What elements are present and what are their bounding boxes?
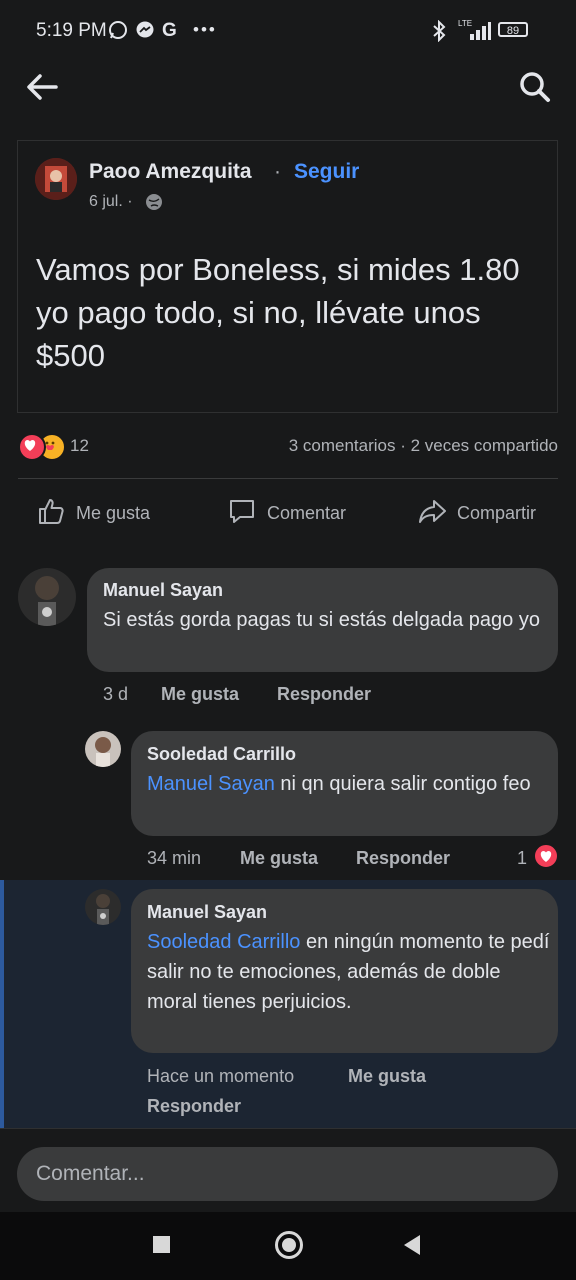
comment-label: Comentar (267, 502, 347, 523)
comment-time[interactable]: 3 d (103, 684, 128, 705)
author-avatar[interactable] (35, 158, 77, 200)
whatsapp-icon (108, 20, 128, 45)
battery-icon: 89 (498, 22, 528, 37)
comment-time[interactable]: 34 min (147, 848, 201, 869)
commenter-avatar[interactable] (85, 731, 121, 767)
love-reaction-icon[interactable] (18, 433, 46, 461)
divider (18, 478, 558, 479)
status-bar: 5:19 PM G ••• LTE 89 (0, 0, 576, 64)
comment-reaction-count[interactable]: 1 (517, 848, 527, 869)
comment-input[interactable]: Comentar... (17, 1147, 558, 1201)
reaction-count[interactable]: 12 (70, 436, 89, 456)
share-label: Compartir (457, 502, 537, 523)
comment-author[interactable]: Manuel Sayan (147, 902, 267, 923)
comment-author[interactable]: Sooledad Carrillo (147, 744, 296, 765)
back-arrow-icon[interactable] (22, 66, 62, 106)
mention-link[interactable]: Manuel Sayan (147, 773, 275, 795)
status-time: 5:19 PM (36, 20, 107, 41)
commenter-avatar[interactable] (18, 568, 76, 626)
like-label: Me gusta (76, 502, 151, 523)
comment-reply-button[interactable]: Responder (277, 684, 371, 705)
commenter-avatar[interactable] (85, 889, 121, 925)
google-icon: G (162, 20, 177, 41)
share-button[interactable]: Compartir (417, 495, 536, 531)
comment-text: Si estás gorda pagas tu si estás delgada… (103, 609, 540, 631)
post-author-name[interactable]: Paoo Amezquita (89, 160, 252, 184)
share-arrow-icon (417, 496, 447, 531)
back-triangle-icon[interactable] (404, 1235, 420, 1255)
comment-text: Manuel Sayan ni qn quiera salir contigo … (147, 773, 531, 795)
battery-level: 89 (506, 25, 520, 37)
messenger-icon (135, 20, 155, 45)
comment-like-button[interactable]: Me gusta (161, 684, 239, 705)
comment-like-button[interactable]: Me gusta (348, 1066, 426, 1087)
mention-link[interactable]: Sooledad Carrillo (147, 931, 300, 953)
love-reaction-icon[interactable] (533, 843, 559, 869)
comment-text: Sooledad Carrillo en ningún momento te p… (147, 931, 550, 1013)
comment-reply-button[interactable]: Responder (356, 848, 450, 869)
more-dots-icon: ••• (193, 20, 217, 39)
comment-like-button[interactable]: Me gusta (240, 848, 318, 869)
comment-time[interactable]: Hace un momento (147, 1066, 294, 1087)
comment-reply-button[interactable]: Responder (147, 1096, 241, 1117)
bluetooth-icon (432, 19, 446, 47)
follow-button[interactable]: Seguir (294, 160, 359, 184)
home-icon[interactable] (275, 1231, 303, 1259)
thumbs-up-icon (36, 496, 66, 531)
recent-apps-icon[interactable] (153, 1236, 170, 1253)
post-date[interactable]: 6 jul. · (89, 193, 133, 211)
comment-author[interactable]: Manuel Sayan (103, 580, 223, 601)
comment-button[interactable]: Comentar (227, 495, 346, 531)
search-icon[interactable] (514, 66, 554, 106)
like-button[interactable]: Me gusta (36, 495, 150, 531)
signal-icon (462, 22, 491, 40)
globe-icon (146, 194, 162, 210)
comment-bubble-icon (227, 496, 257, 531)
post-text: Vamos por Boneless, si mides 1.80 yo pag… (36, 252, 520, 373)
separator-dot: · (274, 160, 281, 183)
post-stats[interactable]: 3 comentarios · 2 veces compartido (289, 436, 558, 456)
